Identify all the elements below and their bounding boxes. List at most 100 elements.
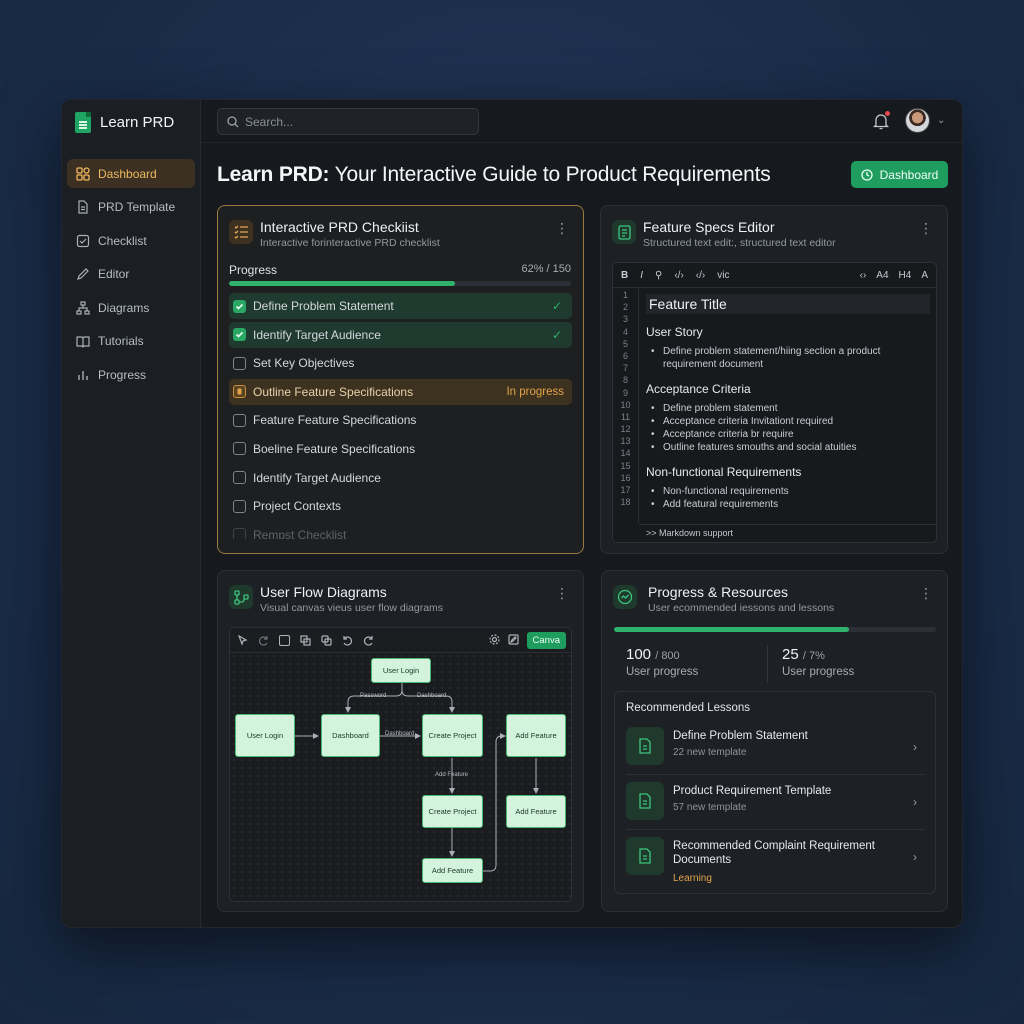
progress-label: Progress xyxy=(229,263,278,277)
notification-bell[interactable] xyxy=(872,111,890,130)
lesson-item[interactable]: Product Requirement Template 57 new templ… xyxy=(626,775,925,830)
stat-user-progress-2: 25 / 7% xyxy=(782,646,825,663)
recommended-lessons: Recommended Lessons Define Problem State… xyxy=(614,691,936,894)
checklist-title: Interactive PRD Checkiist xyxy=(260,219,419,235)
bold-button[interactable]: B xyxy=(621,270,628,281)
sidebar-item-editor[interactable]: Editor xyxy=(67,260,195,289)
more-options-icon[interactable]: ⋮ xyxy=(919,220,933,237)
checkbox[interactable] xyxy=(233,528,246,539)
search-input[interactable] xyxy=(245,114,465,129)
checkbox[interactable] xyxy=(233,299,246,313)
sidebar-item-dashboard[interactable]: Dashboard xyxy=(67,159,195,188)
search-box[interactable] xyxy=(217,108,479,135)
checklist-item[interactable]: Feature Feature Specifications xyxy=(229,407,572,433)
chevron-down-icon[interactable]: ⌄ xyxy=(937,115,945,126)
page-title-bold: Learn PRD: xyxy=(217,163,330,186)
stat-value: 100 xyxy=(626,646,652,663)
checkbox[interactable] xyxy=(233,499,246,513)
page-title: Learn PRD: Your Interactive Guide to Pro… xyxy=(217,163,771,187)
font-button[interactable]: A xyxy=(921,270,928,281)
code-button[interactable]: ‹/› xyxy=(674,270,683,281)
lessons-title: Recommended Lessons xyxy=(626,702,751,714)
line-number: 7 xyxy=(622,363,628,374)
flow-node-add-feature-3[interactable]: Add Feature xyxy=(422,858,483,883)
heading-a4-button[interactable]: A4 xyxy=(876,270,888,281)
topbar: ⌄ xyxy=(201,100,962,143)
checklist-item[interactable]: Identify Target Audience ✓ xyxy=(229,321,572,348)
lesson-item[interactable]: Define Problem Statement 22 new template › xyxy=(626,720,925,775)
flow-node-create-project[interactable]: Create Project xyxy=(422,714,483,757)
checklist-item-label: Boeline Feature Specifications xyxy=(253,441,416,456)
sidebar-item-label: Diagrams xyxy=(98,300,150,315)
checklist-item[interactable]: Identify Target Audience xyxy=(229,465,572,491)
checklist-item[interactable]: Set Key Objectives xyxy=(229,350,572,376)
sidebar: Learn PRD Dashboard PRD Template Checkli… xyxy=(62,100,201,927)
checkbox[interactable] xyxy=(233,385,246,399)
source-button[interactable]: ‹› xyxy=(860,270,867,281)
editor-heading: Feature Title xyxy=(646,294,930,314)
checklist-panel: Interactive PRD Checkiist Interactive fo… xyxy=(217,205,584,554)
sidebar-item-label: Checklist xyxy=(98,233,147,248)
sidebar-item-diagrams[interactable]: Diagrams xyxy=(67,293,195,322)
flow-subtitle: Visual canvas vieus user flow diagrams xyxy=(260,602,444,614)
checkbox[interactable] xyxy=(233,471,246,485)
sidebar-nav: Dashboard PRD Template Checklist Editor xyxy=(67,159,195,394)
sidebar-item-label: Editor xyxy=(98,267,130,282)
document-icon xyxy=(76,200,90,214)
more-options-icon[interactable]: ⋮ xyxy=(555,585,569,602)
editor-toolbar-right: ‹› A4 H4 A xyxy=(860,263,928,288)
checkbox[interactable] xyxy=(233,442,246,456)
lesson-meta: 57 new template xyxy=(673,802,747,813)
italic-button[interactable]: I xyxy=(640,270,643,281)
flow-node-add-feature-2[interactable]: Add Feature xyxy=(506,795,566,828)
heading-h4-button[interactable]: H4 xyxy=(899,270,912,281)
flow-node-add-feature[interactable]: Add Feature xyxy=(506,714,566,757)
avatar[interactable] xyxy=(905,108,930,133)
checkbox[interactable] xyxy=(233,328,246,342)
link-button[interactable]: ⚲ xyxy=(655,270,662,281)
editor-content[interactable]: Feature Title User Story Define problem s… xyxy=(646,294,930,512)
checklist-item-label: Feature Feature Specifications xyxy=(253,413,417,428)
editor-bullet: Outline features smouths and social atui… xyxy=(651,442,930,455)
line-number: 5 xyxy=(622,338,628,349)
sidebar-item-prd-template[interactable]: PRD Template xyxy=(67,193,195,222)
flow-node-create-project-2[interactable]: Create Project xyxy=(422,795,483,828)
progress-ring-icon xyxy=(613,585,637,609)
sidebar-item-label: Progress xyxy=(98,368,147,383)
stat-divider xyxy=(767,645,768,683)
lesson-meta: Learning xyxy=(673,873,712,884)
flow-icon xyxy=(76,301,90,315)
sidebar-item-progress[interactable]: Progress xyxy=(67,361,195,390)
checkbox[interactable] xyxy=(233,356,246,370)
checkbox[interactable] xyxy=(233,413,246,427)
flow-node-user-login[interactable]: User Login xyxy=(235,714,295,757)
sidebar-item-checklist[interactable]: Checklist xyxy=(67,226,195,255)
checklist-item[interactable]: Project Contexts xyxy=(229,493,572,519)
document-icon xyxy=(626,782,664,820)
progress-fill xyxy=(614,627,850,632)
checklist-item[interactable]: Define Problem Statement ✓ xyxy=(229,293,572,319)
brand-name: Learn PRD xyxy=(100,114,175,131)
more-options-icon[interactable]: ⋮ xyxy=(555,220,569,237)
progress-fill xyxy=(229,281,455,286)
format-button[interactable]: vic xyxy=(717,270,729,281)
checklist-item[interactable]: Boeline Feature Specifications xyxy=(229,436,572,462)
flow-canvas[interactable]: Canva User Login User Login Dashboard Cr xyxy=(229,627,572,902)
sidebar-item-tutorials[interactable]: Tutorials xyxy=(67,327,195,356)
brand[interactable]: Learn PRD xyxy=(75,112,174,133)
checklist-item-label: Set Key Objectives xyxy=(253,356,355,371)
sidebar-item-label: PRD Template xyxy=(98,200,176,215)
code-block-button[interactable]: ‹/› xyxy=(696,270,705,281)
flow-node-dashboard[interactable]: Dashboard xyxy=(321,714,380,757)
notification-dot xyxy=(885,111,890,116)
more-options-icon[interactable]: ⋮ xyxy=(919,585,933,602)
lesson-item[interactable]: Recommended Complaint Requirement Docume… xyxy=(626,830,925,892)
checklist-item[interactable]: Rempst Checklist xyxy=(229,522,572,539)
edge-bottom-up xyxy=(483,733,506,872)
grid-icon xyxy=(76,166,90,181)
markdown-editor[interactable]: B I ⚲ ‹/› ‹/› vic ‹› A4 H4 A 1 2 3 4 5 6 7 8 9 10… xyxy=(612,262,937,543)
flow-node-user-login-top[interactable]: User Login xyxy=(371,658,431,683)
dashboard-button[interactable]: Dashboard xyxy=(851,161,948,188)
checklist-item[interactable]: Outline Feature Specifications In progres… xyxy=(229,378,572,405)
search-icon xyxy=(227,115,239,127)
